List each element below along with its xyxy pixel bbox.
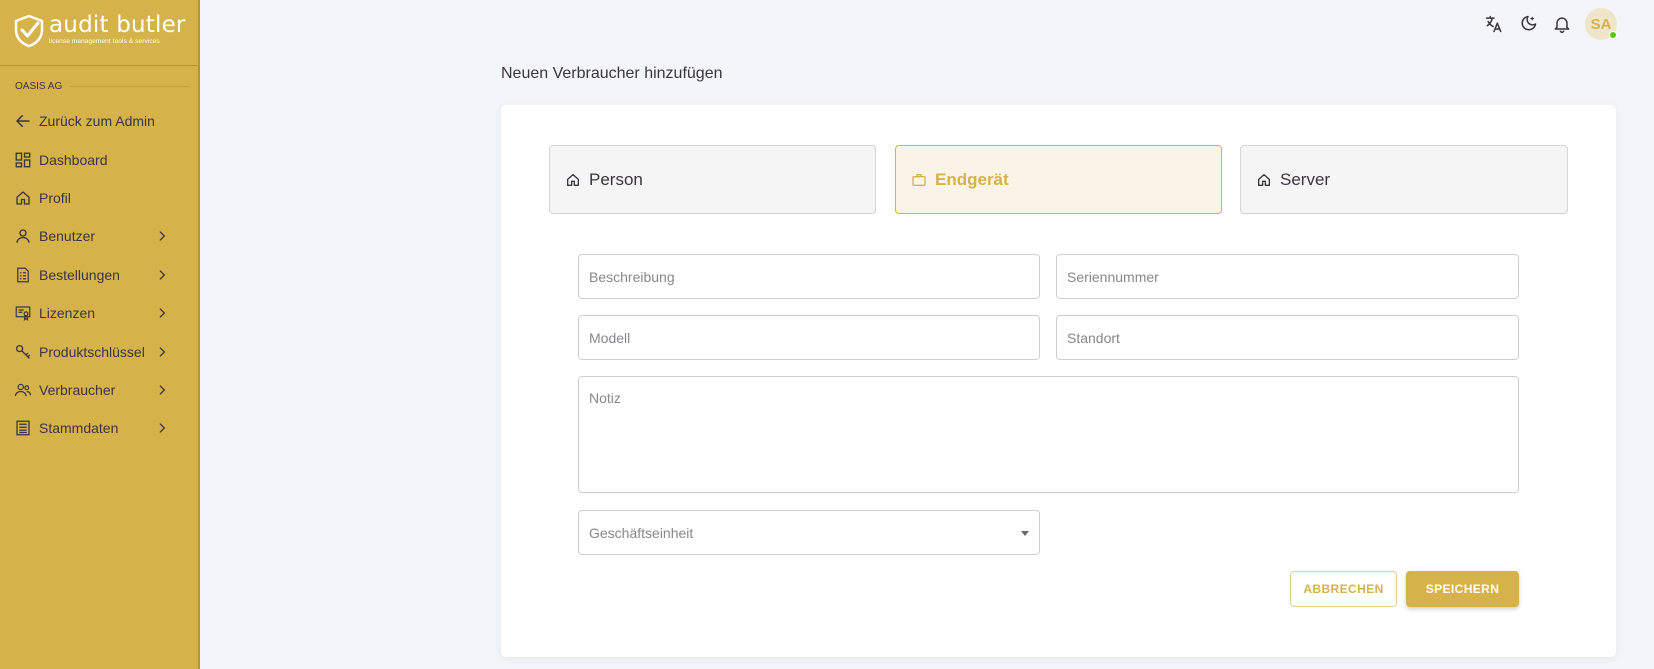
sidebar-item-label: Verbraucher <box>39 381 116 398</box>
sidebar-item-dashboard[interactable]: Dashboard <box>0 140 198 178</box>
chevron-right-icon <box>152 383 172 397</box>
dashboard-icon <box>13 150 33 170</box>
chevron-right-icon <box>152 421 172 435</box>
chevron-right-icon <box>152 345 172 359</box>
sidebar-item-produktschluessel[interactable]: Produktschlüssel <box>0 332 198 370</box>
beschreibung-input[interactable] <box>579 255 1039 298</box>
sidebar-item-label: Zurück zum Admin <box>39 113 155 130</box>
avatar-initials: SA <box>1590 15 1612 33</box>
seriennummer-field[interactable] <box>1056 254 1519 299</box>
select-placeholder: Geschäftseinheit <box>589 525 694 541</box>
standort-input[interactable] <box>1057 316 1518 359</box>
sidebar-item-profil[interactable]: Profil <box>0 179 198 217</box>
tab-person[interactable]: Person <box>549 145 876 214</box>
key-icon <box>13 342 33 362</box>
sidebar-item-lizenzen[interactable]: Lizenzen <box>0 294 198 332</box>
home-icon <box>1258 173 1270 186</box>
brand-tagline: license management tools & services <box>49 38 160 45</box>
topbar-actions: SA <box>1471 8 1617 40</box>
sidebar-item-label: Profil <box>39 189 71 206</box>
user-avatar[interactable]: SA <box>1585 8 1617 40</box>
tab-endgeraet[interactable]: Endgerät <box>895 145 1222 214</box>
chevron-right-icon <box>152 306 172 320</box>
tab-label: Person <box>589 169 643 189</box>
sidebar-item-label: Produktschlüssel <box>39 343 145 360</box>
online-status-badge <box>1609 31 1617 39</box>
notiz-textarea[interactable] <box>579 377 1518 492</box>
users-icon <box>13 380 33 400</box>
chevron-right-icon <box>152 268 172 282</box>
sidebar-item-benutzer[interactable]: Benutzer <box>0 217 198 255</box>
sidebar-item-verbraucher[interactable]: Verbraucher <box>0 371 198 409</box>
sidebar-item-label: Lizenzen <box>39 305 96 322</box>
org-label: OASIS AG <box>15 81 63 92</box>
org-section-header: OASIS AG <box>15 81 190 92</box>
sidebar-nav: Zurück zum Admin Dashboard Profil Benutz… <box>0 102 198 448</box>
sidebar-item-bestellungen[interactable]: Bestellungen <box>0 256 198 294</box>
cancel-button[interactable]: ABBRECHEN <box>1290 571 1397 607</box>
geschaeftseinheit-select[interactable]: Geschäftseinheit <box>578 510 1040 555</box>
notiz-field[interactable] <box>578 376 1519 493</box>
briefcase-icon <box>912 173 926 186</box>
sidebar-item-back-to-admin[interactable]: Zurück zum Admin <box>0 102 198 140</box>
certificate-icon <box>13 303 33 323</box>
sidebar-item-label: Bestellungen <box>39 266 120 283</box>
sidebar-divider <box>0 65 200 66</box>
modell-field[interactable] <box>578 315 1040 360</box>
translate-icon[interactable] <box>1483 13 1505 35</box>
dark-mode-icon[interactable] <box>1517 13 1539 35</box>
caret-down-icon <box>1021 531 1029 536</box>
tab-label: Endgerät <box>935 169 1009 189</box>
brand-name: audit butler <box>49 12 186 38</box>
modell-input[interactable] <box>579 316 1039 359</box>
shield-check-icon <box>14 14 44 48</box>
arrow-left-icon <box>13 111 33 131</box>
list-icon <box>13 418 33 438</box>
tab-server[interactable]: Server <box>1240 145 1568 214</box>
save-button[interactable]: SPEICHERN <box>1406 571 1519 607</box>
brand-logo[interactable]: audit butler license management tools & … <box>13 14 186 48</box>
sidebar: audit butler license management tools & … <box>0 0 200 669</box>
sidebar-item-label: Stammdaten <box>39 420 119 437</box>
receipt-icon <box>13 265 33 285</box>
bell-icon[interactable] <box>1551 13 1573 35</box>
seriennummer-input[interactable] <box>1057 255 1518 298</box>
sidebar-item-stammdaten[interactable]: Stammdaten <box>0 409 198 447</box>
tab-label: Server <box>1280 169 1331 189</box>
beschreibung-field[interactable] <box>578 254 1040 299</box>
standort-field[interactable] <box>1056 315 1519 360</box>
sidebar-item-label: Benutzer <box>39 228 96 245</box>
org-divider <box>70 86 190 87</box>
page-title: Neuen Verbraucher hinzufügen <box>501 65 723 82</box>
chevron-right-icon <box>152 229 172 243</box>
home-icon <box>567 173 579 186</box>
sidebar-item-label: Dashboard <box>39 151 108 168</box>
user-icon <box>13 226 33 246</box>
add-consumer-card: Person Endgerät Server Geschäftseinheit … <box>501 105 1616 657</box>
home-icon <box>13 188 33 208</box>
